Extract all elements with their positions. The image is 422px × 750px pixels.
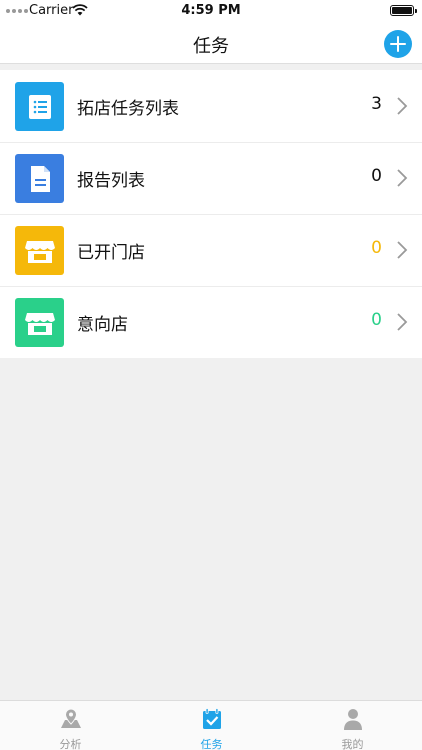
calendar-check-icon <box>202 708 221 729</box>
list-item-count: 0 <box>371 310 382 330</box>
tab-tasks[interactable]: 任务 <box>141 701 282 750</box>
list-item-label: 意向店 <box>77 315 128 335</box>
tab-label: 我的 <box>341 738 364 750</box>
navigation-bar: 任务 <box>0 22 422 64</box>
add-button[interactable] <box>384 30 412 58</box>
tab-label: 分析 <box>59 738 82 750</box>
list-item-expansion-tasks[interactable]: 拓店任务列表 3 <box>0 70 422 142</box>
list-item-reports[interactable]: 报告列表 0 <box>0 142 422 214</box>
clock-time: 4:59 PM <box>181 3 241 18</box>
list-item-label: 报告列表 <box>77 171 145 191</box>
page-title: 任务 <box>193 36 229 57</box>
status-bar: Carrier 4:59 PM <box>0 0 422 22</box>
report-file-icon <box>15 154 64 203</box>
list-item-count: 0 <box>371 166 382 186</box>
tab-label: 任务 <box>200 738 223 750</box>
list-item-count: 3 <box>371 94 382 114</box>
chevron-right-icon <box>397 169 408 187</box>
storefront-icon <box>15 226 64 275</box>
chevron-right-icon <box>397 313 408 331</box>
list-item-opened-stores[interactable]: 已开门店 0 <box>0 214 422 286</box>
storefront-icon <box>15 298 64 347</box>
chevron-right-icon <box>397 97 408 115</box>
list-item-count: 0 <box>371 238 382 258</box>
battery-icon <box>390 5 417 16</box>
list-item-label: 已开门店 <box>77 243 145 263</box>
list-item-intended-stores[interactable]: 意向店 0 <box>0 286 422 358</box>
tab-bar: 分析 任务 我的 <box>0 700 422 750</box>
task-category-list: 拓店任务列表 3 报告列表 0 已开门店 0 意向店 0 <box>0 70 422 358</box>
user-profile-icon <box>343 709 362 730</box>
list-item-label: 拓店任务列表 <box>77 99 179 119</box>
tab-analysis[interactable]: 分析 <box>0 701 141 750</box>
tab-profile[interactable]: 我的 <box>282 701 422 750</box>
chevron-right-icon <box>397 241 408 259</box>
list-document-icon <box>15 82 64 131</box>
map-pin-icon <box>60 708 81 728</box>
